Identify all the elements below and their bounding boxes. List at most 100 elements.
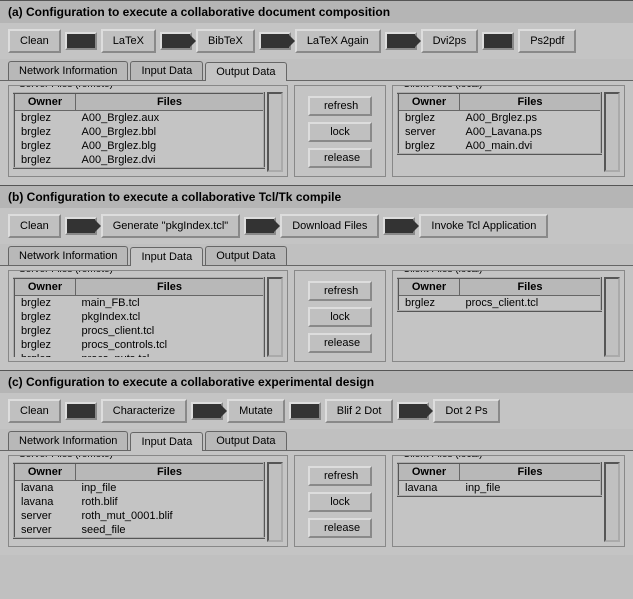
table-row[interactable]: brglezprocs_controls.tcl: [14, 338, 264, 352]
scrollbar[interactable]: [267, 462, 283, 542]
table-row[interactable]: lavanaroth.blif: [14, 495, 264, 509]
client-legend: Client Files (local): [401, 85, 484, 90]
owner-cell: brglez: [398, 296, 460, 312]
table-row[interactable]: brglezA00_Brglez.bbl: [14, 125, 264, 139]
mid-controls: refresh lock release: [294, 85, 386, 177]
scrollbar[interactable]: [604, 462, 620, 542]
tab-network-information[interactable]: Network Information: [8, 61, 128, 80]
table-row[interactable]: brglezA00_Brglez.ps: [398, 111, 601, 126]
arrow-icon: [397, 402, 429, 420]
release-button[interactable]: release: [308, 148, 372, 168]
tab-input-data[interactable]: Input Data: [130, 432, 203, 451]
owner-cell: server: [14, 509, 76, 523]
arrow-icon: [191, 402, 223, 420]
tab-input-data[interactable]: Input Data: [130, 247, 203, 266]
table-row[interactable]: brglezA00_main.dvi: [398, 139, 601, 154]
arrow-icon: [244, 217, 276, 235]
file-cell: A00_Brglez.blg: [76, 139, 265, 153]
table-row[interactable]: brglezprocs_nuts.tcl: [14, 352, 264, 357]
tab-network-information[interactable]: Network Information: [8, 431, 128, 450]
server-table: OwnerFileslavanainp_filelavanaroth.blifs…: [13, 462, 265, 539]
mid-controls: refresh lock release: [294, 455, 386, 547]
arrow-icon: [289, 402, 321, 420]
table-row[interactable]: lavanainp_file: [398, 481, 601, 497]
arrow-icon: [65, 32, 97, 50]
refresh-button[interactable]: refresh: [308, 466, 372, 486]
file-cell: A00_Lavana.ps: [460, 125, 602, 139]
file-cell: procs_nuts.tcl: [76, 352, 265, 357]
files-header: Files: [460, 278, 602, 296]
scrollbar[interactable]: [267, 277, 283, 357]
scrollbar[interactable]: [604, 277, 620, 357]
client-files-panel: Client Files (local)OwnerFilesbrglezproc…: [392, 270, 625, 362]
tab-input-data[interactable]: Input Data: [130, 61, 203, 80]
toolbar: Clean LaTeX BibTeX LaTeX Again Dvi2ps Ps2pdf: [0, 23, 633, 59]
table-row[interactable]: brglezmain_FB.tcl: [14, 296, 264, 311]
latex-button[interactable]: LaTeX: [101, 29, 156, 53]
table-row[interactable]: serverseed_file: [14, 523, 264, 538]
tab-network-information[interactable]: Network Information: [8, 246, 128, 265]
file-cell: procs_client.tcl: [460, 296, 602, 312]
file-cell: roth.blif: [76, 495, 265, 509]
table-row[interactable]: serverroth_mut_0001.blif: [14, 509, 264, 523]
owner-cell: lavana: [398, 481, 460, 497]
arrow-icon: [65, 402, 97, 420]
latex-again-button[interactable]: LaTeX Again: [295, 29, 381, 53]
table-row[interactable]: brglezA00_Brglez.aux: [14, 111, 264, 126]
release-button[interactable]: release: [308, 333, 372, 353]
table-row[interactable]: lavanainp_file: [14, 481, 264, 496]
clean-button[interactable]: Clean: [8, 399, 61, 423]
file-cell: A00_main.dvi: [460, 139, 602, 154]
arrow-icon: [65, 217, 97, 235]
lock-button[interactable]: lock: [308, 307, 372, 327]
download-files-button[interactable]: Download Files: [280, 214, 379, 238]
file-cell: A00_Brglez.dvi: [76, 153, 265, 168]
owner-header: Owner: [14, 93, 76, 111]
owner-cell: brglez: [14, 111, 76, 126]
characterize-button[interactable]: Characterize: [101, 399, 187, 423]
scrollbar[interactable]: [267, 92, 283, 172]
table-row[interactable]: brglezprocs_client.tcl: [14, 324, 264, 338]
ps2pdf-button[interactable]: Ps2pdf: [518, 29, 576, 53]
files-header: Files: [76, 278, 265, 296]
blif-2-dot-button[interactable]: Blif 2 Dot: [325, 399, 394, 423]
lock-button[interactable]: lock: [308, 492, 372, 512]
clean-button[interactable]: Clean: [8, 29, 61, 53]
server-legend: Server Files (remote): [17, 455, 115, 460]
files-header: Files: [76, 463, 265, 481]
client-files-panel: Client Files (local)OwnerFileslavanainp_…: [392, 455, 625, 547]
generate-pkgindex-tcl--button[interactable]: Generate "pkgIndex.tcl": [101, 214, 240, 238]
mutate-button[interactable]: Mutate: [227, 399, 285, 423]
bibtex-button[interactable]: BibTeX: [196, 29, 255, 53]
owner-header: Owner: [398, 93, 460, 111]
clean-button[interactable]: Clean: [8, 214, 61, 238]
lock-button[interactable]: lock: [308, 122, 372, 142]
section-title: (a) Configuration to execute a collabora…: [0, 1, 633, 23]
table-row[interactable]: brglezA00_Brglez.dvi: [14, 153, 264, 168]
table-row[interactable]: brglezprocs_client.tcl: [398, 296, 601, 312]
tab-output-data[interactable]: Output Data: [205, 246, 286, 265]
section-1: (b) Configuration to execute a collabora…: [0, 185, 633, 370]
release-button[interactable]: release: [308, 518, 372, 538]
files-header: Files: [76, 93, 265, 111]
invoke-tcl-application-button[interactable]: Invoke Tcl Application: [419, 214, 548, 238]
server-files-panel: Server Files (remote)OwnerFilesbrglezmai…: [8, 270, 288, 362]
refresh-button[interactable]: refresh: [308, 281, 372, 301]
refresh-button[interactable]: refresh: [308, 96, 372, 116]
tab-output-data[interactable]: Output Data: [205, 62, 286, 81]
tab-output-data[interactable]: Output Data: [205, 431, 286, 450]
panels: Server Files (remote)OwnerFilesbrglezmai…: [0, 266, 633, 370]
section-0: (a) Configuration to execute a collabora…: [0, 0, 633, 185]
dvi2ps-button[interactable]: Dvi2ps: [421, 29, 479, 53]
scrollbar[interactable]: [604, 92, 620, 172]
owner-cell: brglez: [14, 296, 76, 311]
table-row[interactable]: serverA00_Lavana.ps: [398, 125, 601, 139]
owner-header: Owner: [398, 278, 460, 296]
section-title: (c) Configuration to execute a collabora…: [0, 371, 633, 393]
client-files-panel: Client Files (local)OwnerFilesbrglezA00_…: [392, 85, 625, 177]
table-row[interactable]: brglezA00_Brglez.blg: [14, 139, 264, 153]
server-legend: Server Files (remote): [17, 85, 115, 90]
dot-2-ps-button[interactable]: Dot 2 Ps: [433, 399, 499, 423]
table-row[interactable]: brglezpkgIndex.tcl: [14, 310, 264, 324]
tab-bar: Network InformationInput DataOutput Data: [0, 246, 633, 266]
